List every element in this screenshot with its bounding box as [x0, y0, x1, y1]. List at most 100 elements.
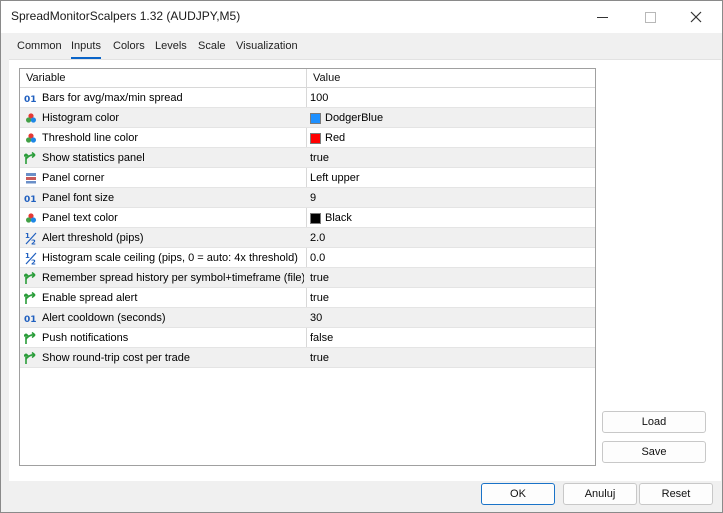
- color-icon: [24, 211, 38, 225]
- close-icon: [690, 11, 702, 23]
- load-button[interactable]: Load: [602, 411, 706, 433]
- row-value-text: 2.0: [310, 232, 326, 244]
- table-row[interactable]: 01 Alert cooldown (seconds) 30: [20, 308, 595, 328]
- color-swatch: [310, 212, 321, 224]
- integer-icon: 01: [24, 91, 38, 105]
- minimize-button[interactable]: [579, 1, 625, 33]
- svg-text:01: 01: [24, 315, 37, 324]
- row-value[interactable]: 0.0: [310, 252, 325, 264]
- table-row[interactable]: Histogram color DodgerBlue: [20, 108, 595, 128]
- row-value[interactable]: 100: [310, 92, 328, 104]
- color-swatch: [310, 132, 321, 144]
- row-variable-name: Show statistics panel: [42, 152, 145, 164]
- row-value-text: Black: [325, 212, 352, 224]
- row-value-text: 30: [310, 312, 323, 324]
- table-row[interactable]: 01 Panel font size 9: [20, 188, 595, 208]
- table-row[interactable]: 1 2 Alert threshold (pips) 2.0: [20, 228, 595, 248]
- row-variable-name: Panel corner: [42, 172, 105, 184]
- reset-button[interactable]: Reset: [639, 483, 713, 505]
- row-variable-name: Remember spread history per symbol+timef…: [42, 272, 304, 284]
- table-row[interactable]: Panel corner Left upper: [20, 168, 595, 188]
- row-value[interactable]: 2.0: [310, 232, 325, 244]
- tab-inputs[interactable]: Inputs: [71, 39, 101, 59]
- row-value-text: true: [310, 152, 329, 164]
- grid-header: Variable Value: [20, 69, 595, 88]
- maximize-button[interactable]: [627, 1, 673, 33]
- integer-icon: 01: [24, 311, 38, 325]
- minimize-icon: [596, 16, 608, 18]
- save-button[interactable]: Save: [602, 441, 706, 463]
- ok-button[interactable]: OK: [481, 483, 555, 505]
- table-row[interactable]: Threshold line color Red: [20, 128, 595, 148]
- row-value[interactable]: true: [310, 152, 329, 164]
- row-value-text: Left upper: [310, 172, 360, 184]
- svg-text:2: 2: [31, 258, 36, 265]
- row-variable-name: Bars for avg/max/min spread: [42, 92, 183, 104]
- inputs-panel: Variable Value 01 Bars for avg/max/min sp…: [9, 59, 721, 481]
- maximize-icon: [644, 11, 656, 23]
- row-variable-name: Alert threshold (pips): [42, 232, 144, 244]
- row-value[interactable]: false: [310, 332, 333, 344]
- svg-text:1: 1: [25, 252, 30, 260]
- row-value-text: true: [310, 272, 329, 284]
- row-variable-name: Histogram color: [42, 112, 120, 124]
- table-row[interactable]: Enable spread alert true: [20, 288, 595, 308]
- svg-text:01: 01: [24, 95, 37, 104]
- row-value-text: Red: [325, 132, 346, 144]
- double-icon: 12: [24, 251, 38, 265]
- column-header-value[interactable]: Value: [313, 72, 340, 84]
- row-variable-name: Enable spread alert: [42, 292, 138, 304]
- row-value[interactable]: DodgerBlue: [310, 112, 383, 124]
- row-variable-name: Threshold line color: [42, 132, 138, 144]
- bool-icon: [24, 351, 38, 365]
- color-icon: [24, 131, 38, 145]
- double-icon: 12: [24, 231, 38, 245]
- color-icon: [24, 111, 38, 125]
- row-value-text: DodgerBlue: [325, 112, 384, 124]
- tab-common[interactable]: Common: [17, 39, 62, 57]
- row-value-text: true: [310, 352, 329, 364]
- tab-scale[interactable]: Scale: [198, 39, 226, 57]
- row-value[interactable]: Black: [310, 212, 352, 224]
- bool-icon: [24, 271, 38, 285]
- table-row[interactable]: 1 2 Histogram scale ceiling (pips, 0 = aut…: [20, 248, 595, 268]
- color-swatch: [310, 112, 321, 124]
- svg-text:2: 2: [31, 238, 36, 245]
- tab-colors[interactable]: Colors: [113, 39, 145, 57]
- dialog-window: SpreadMonitorScalpers 1.32 (AUDJPY,M5) C…: [0, 0, 723, 513]
- row-value[interactable]: true: [310, 292, 329, 304]
- title-bar[interactable]: SpreadMonitorScalpers 1.32 (AUDJPY,M5): [1, 1, 722, 33]
- svg-text:1: 1: [25, 232, 30, 240]
- row-value[interactable]: 30: [310, 312, 322, 324]
- row-variable-name: Alert cooldown (seconds): [42, 312, 166, 324]
- table-row[interactable]: Show round-trip cost per trade true: [20, 348, 595, 368]
- tab-levels[interactable]: Levels: [155, 39, 187, 57]
- row-value[interactable]: true: [310, 272, 329, 284]
- row-value[interactable]: 9: [310, 192, 316, 204]
- table-row[interactable]: Panel text color Black: [20, 208, 595, 228]
- table-row[interactable]: Push notifications false: [20, 328, 595, 348]
- close-button[interactable]: [673, 1, 719, 33]
- row-value[interactable]: Left upper: [310, 172, 360, 184]
- enum-icon: [24, 171, 38, 185]
- row-value-text: 9: [310, 192, 317, 204]
- row-variable-name: Push notifications: [42, 332, 129, 344]
- cancel-button[interactable]: Anuluj: [563, 483, 637, 505]
- svg-text:01: 01: [24, 195, 37, 204]
- inputs-grid: Variable Value 01 Bars for avg/max/min sp…: [19, 68, 596, 466]
- row-value[interactable]: true: [310, 352, 329, 364]
- row-value-text: 0.0: [310, 252, 326, 264]
- row-variable-name: Histogram scale ceiling (pips, 0 = auto:…: [42, 252, 298, 264]
- row-value[interactable]: Red: [310, 132, 345, 144]
- footer-bar: OK Anuluj Reset: [1, 481, 722, 512]
- row-value-text: 100: [310, 92, 329, 104]
- row-variable-name: Panel font size: [42, 192, 115, 204]
- tab-visualization[interactable]: Visualization: [236, 39, 298, 57]
- column-header-variable[interactable]: Variable: [26, 72, 66, 84]
- table-row[interactable]: Show statistics panel true: [20, 148, 595, 168]
- row-variable-name: Show round-trip cost per trade: [42, 352, 190, 364]
- table-row[interactable]: 01 Bars for avg/max/min spread 100: [20, 88, 595, 108]
- bool-icon: [24, 291, 38, 305]
- row-value-text: false: [310, 332, 334, 344]
- table-row[interactable]: Remember spread history per symbol+timef…: [20, 268, 595, 288]
